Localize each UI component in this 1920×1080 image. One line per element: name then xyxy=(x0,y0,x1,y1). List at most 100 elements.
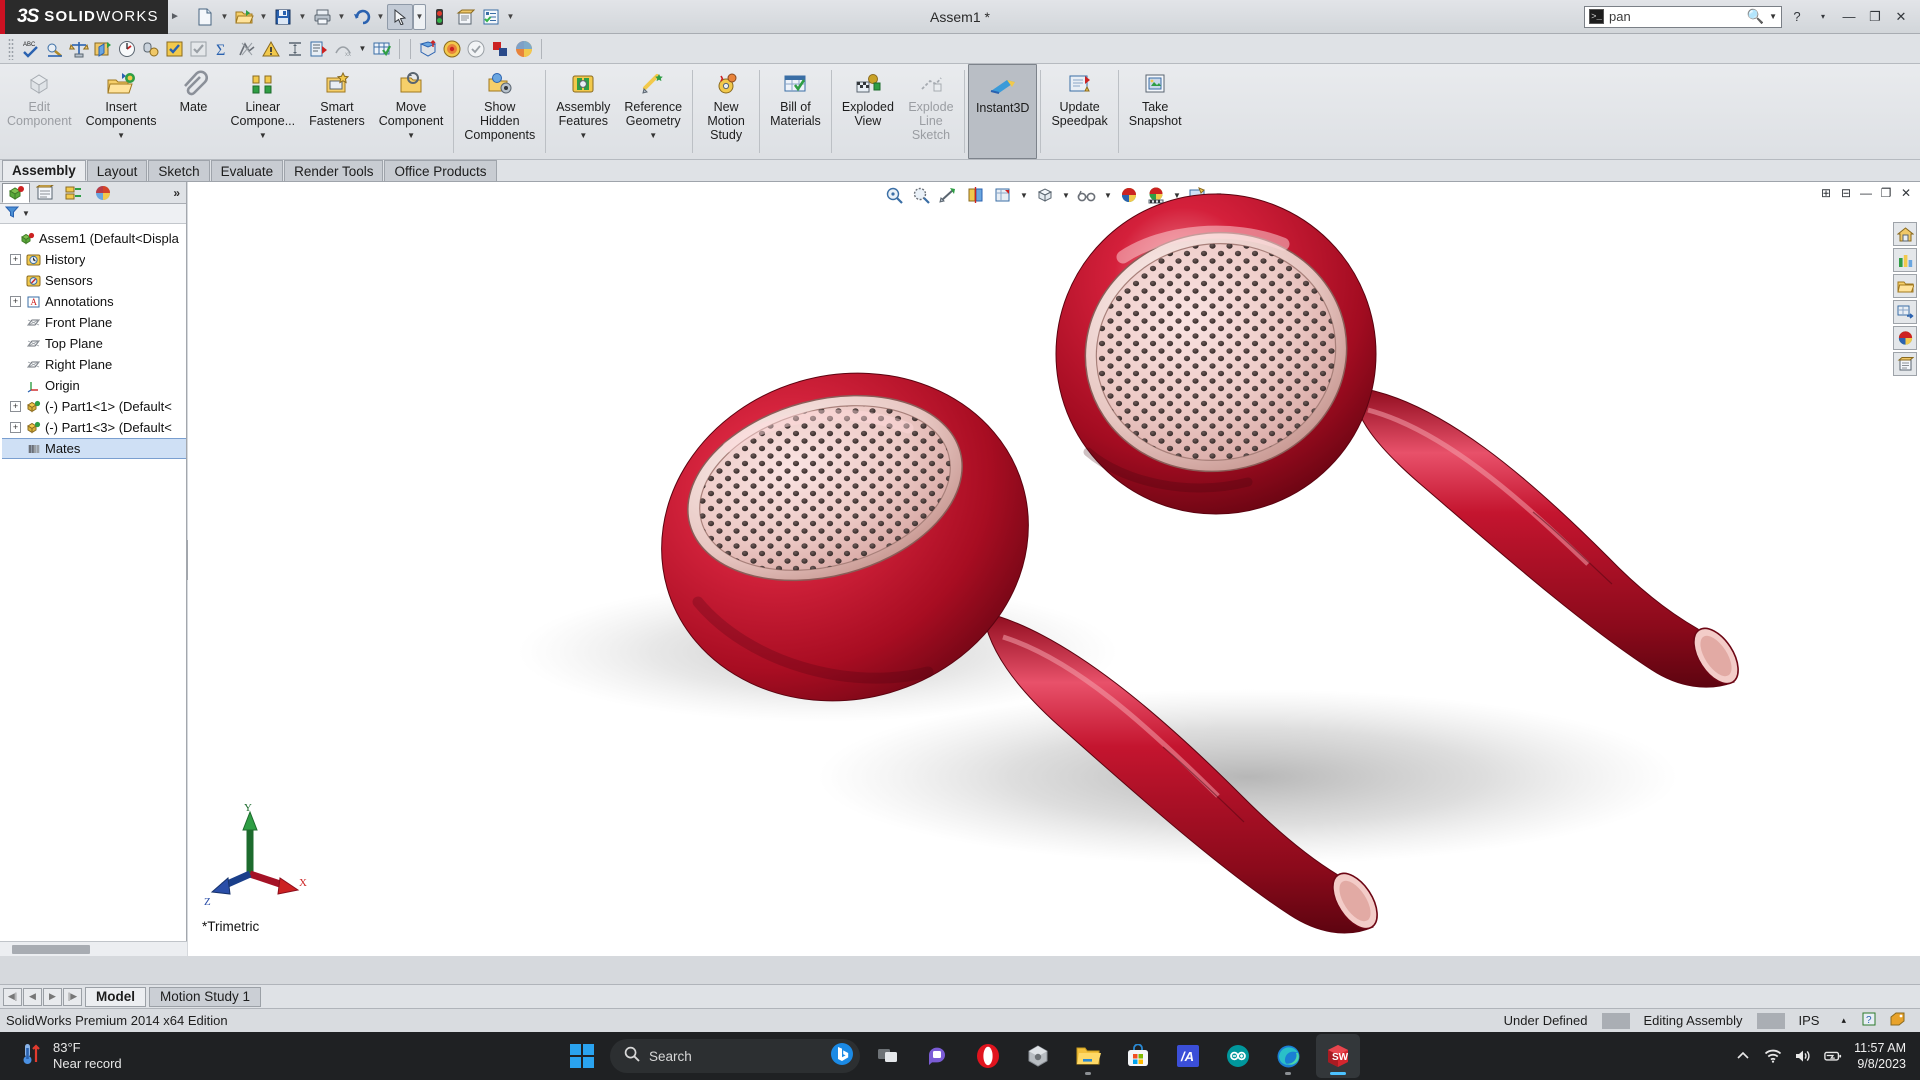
tab-render-tools[interactable]: Render Tools xyxy=(284,160,384,181)
show-hidden-components-button[interactable]: Show Hidden Components xyxy=(457,64,542,159)
curvature-dropdown[interactable]: ▼ xyxy=(356,38,369,60)
tab-layout[interactable]: Layout xyxy=(86,160,148,181)
first-tab-button[interactable]: ◀| xyxy=(3,987,22,1006)
configuration-manager-tab[interactable] xyxy=(60,183,88,203)
explode-line-sketch-button[interactable]: Explode Line Sketch xyxy=(901,64,961,159)
tree-item-sensors[interactable]: Sensors xyxy=(2,270,186,291)
open-document-button[interactable] xyxy=(231,4,257,30)
expand-annotations[interactable]: + xyxy=(10,296,21,307)
linear-component-pattern-button[interactable]: Linear Compone... ▼ xyxy=(224,64,303,159)
mass-properties-icon[interactable] xyxy=(68,38,90,60)
tree-item-part1-1[interactable]: + (-) Part1<1> (Default< xyxy=(2,396,186,417)
feature-tree-hscrollbar[interactable] xyxy=(0,941,187,956)
feature-tree-filter[interactable]: ▼ xyxy=(0,204,186,224)
move-component-button[interactable]: Move Component ▼ xyxy=(372,64,451,159)
edit-component-button[interactable]: Edit Component xyxy=(0,64,79,159)
solidworks-resources-button[interactable] xyxy=(1893,222,1917,246)
update-speedpak-button[interactable]: Update Speedpak xyxy=(1044,64,1114,159)
undo-dropdown[interactable]: ▼ xyxy=(374,4,387,30)
tab-evaluate[interactable]: Evaluate xyxy=(210,160,284,181)
measure-icon[interactable] xyxy=(44,38,66,60)
tree-item-front-plane[interactable]: Front Plane xyxy=(2,312,186,333)
custom-properties-button[interactable] xyxy=(1893,352,1917,376)
new-motion-study-button[interactable]: New Motion Study xyxy=(696,64,756,159)
weather-widget[interactable]: 83°F Near record xyxy=(0,1040,122,1072)
print-dropdown[interactable]: ▼ xyxy=(335,4,348,30)
hole-alignment-icon[interactable] xyxy=(308,38,330,60)
onshape-button[interactable] xyxy=(1016,1034,1060,1078)
performance-evaluation-icon[interactable] xyxy=(116,38,138,60)
sum-icon[interactable]: Σ xyxy=(212,38,234,60)
scene-icon[interactable] xyxy=(513,38,535,60)
search-icon[interactable]: 🔍 xyxy=(1747,8,1764,25)
search-dropdown-icon[interactable]: ▼ xyxy=(1769,12,1777,21)
check-circle-icon[interactable] xyxy=(465,38,487,60)
save-dropdown[interactable]: ▼ xyxy=(296,4,309,30)
design-table-icon[interactable] xyxy=(371,38,393,60)
insert-components-button[interactable]: Insert Components ▼ xyxy=(79,64,164,159)
insert-components-caret[interactable]: ▼ xyxy=(117,129,125,143)
save-button[interactable] xyxy=(270,4,296,30)
tab-assembly[interactable]: Assembly xyxy=(2,160,86,181)
tree-item-history[interactable]: + History xyxy=(2,249,186,270)
filter-dropdown-icon[interactable]: ▼ xyxy=(22,209,30,218)
bottom-tab-model[interactable]: Model xyxy=(85,986,146,1007)
section-properties-icon[interactable] xyxy=(92,38,114,60)
solidworks-button[interactable]: SW xyxy=(1316,1034,1360,1078)
status-units[interactable]: IPS xyxy=(1785,1013,1834,1028)
tree-item-origin[interactable]: Origin xyxy=(2,375,186,396)
previous-tab-button[interactable]: ◀ xyxy=(23,987,42,1006)
speaker-icon[interactable] xyxy=(1794,1047,1812,1065)
bill-of-materials-button[interactable]: Bill of Materials xyxy=(763,64,828,159)
tab-sketch[interactable]: Sketch xyxy=(148,160,210,181)
exploded-view-button[interactable]: Exploded View xyxy=(835,64,901,159)
display-manager-tab[interactable] xyxy=(89,183,117,203)
undo-button[interactable] xyxy=(348,4,374,30)
smart-fasteners-button[interactable]: Smart Fasteners xyxy=(302,64,372,159)
tab-office-products[interactable]: Office Products xyxy=(384,160,497,181)
taskbar-search-box[interactable]: Search xyxy=(610,1039,860,1073)
menu-pin-arrow[interactable]: ► xyxy=(168,11,182,22)
tree-item-right-plane[interactable]: Right Plane xyxy=(2,354,186,375)
reference-geometry-button[interactable]: Reference Geometry ▼ xyxy=(617,64,689,159)
arduino-button[interactable] xyxy=(1216,1034,1260,1078)
taskview-button[interactable] xyxy=(866,1034,910,1078)
help-dropdown[interactable]: ▾ xyxy=(1812,6,1834,28)
assembly-features-caret[interactable]: ▼ xyxy=(579,129,587,143)
checklist-button[interactable] xyxy=(478,4,504,30)
component-part1-3[interactable] xyxy=(1055,193,1747,691)
expand-part1-3[interactable]: + xyxy=(10,422,21,433)
chevron-up-icon[interactable] xyxy=(1734,1047,1752,1065)
new-document-button[interactable] xyxy=(192,4,218,30)
rebuild-button[interactable] xyxy=(426,4,452,30)
help-button[interactable]: ? xyxy=(1786,6,1808,28)
opera-button[interactable] xyxy=(966,1034,1010,1078)
status-units-caret[interactable]: ▴ xyxy=(1833,1015,1854,1026)
search-input[interactable]: pan xyxy=(1609,9,1742,24)
spell-check-icon[interactable]: ABC xyxy=(20,38,42,60)
status-help-icon[interactable]: ? xyxy=(1854,1012,1884,1029)
wifi-icon[interactable] xyxy=(1764,1047,1782,1065)
restore-button[interactable]: ❐ xyxy=(1864,6,1886,28)
bing-chat-icon[interactable] xyxy=(830,1042,854,1071)
design-library-button[interactable] xyxy=(1893,248,1917,272)
chat-button[interactable] xyxy=(916,1034,960,1078)
print-button[interactable] xyxy=(309,4,335,30)
tree-item-annotations[interactable]: + A Annotations xyxy=(2,291,186,312)
edge-button[interactable] xyxy=(1266,1034,1310,1078)
sustainability-icon[interactable] xyxy=(441,38,463,60)
tree-item-mates[interactable]: Mates xyxy=(2,438,186,459)
simulation-icon[interactable] xyxy=(417,38,439,60)
feature-manager-more-button[interactable]: » xyxy=(173,186,186,200)
scroll-thumb[interactable] xyxy=(12,945,90,954)
status-tag-icon[interactable] xyxy=(1884,1012,1920,1029)
clearance-verification-icon[interactable] xyxy=(284,38,306,60)
select-button[interactable] xyxy=(387,3,413,30)
linear-pattern-caret[interactable]: ▼ xyxy=(259,129,267,143)
minimize-button[interactable]: — xyxy=(1838,6,1860,28)
appearance-icon[interactable] xyxy=(489,38,511,60)
last-tab-button[interactable]: |▶ xyxy=(63,987,82,1006)
appearances-scenes-button[interactable] xyxy=(1893,326,1917,350)
graphics-viewport[interactable]: ▼ ▼ ▼ ▼ ▼ ⊞ ⊟ — ❐ ✕ xyxy=(188,182,1920,956)
new-document-dropdown[interactable]: ▼ xyxy=(218,4,231,30)
